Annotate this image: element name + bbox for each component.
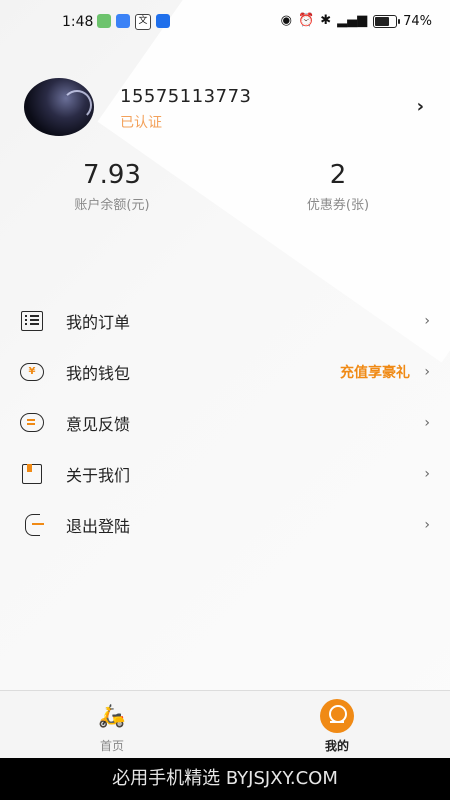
menu-item-label: 我的钱包 <box>66 363 131 383</box>
balance-label: 账户余额(元) <box>74 198 150 213</box>
tab-mine-label: 我的 <box>324 739 349 753</box>
menu-item-label: 我的订单 <box>66 312 131 332</box>
menu-item-label: 退出登陆 <box>66 516 131 536</box>
menu-item-label: 意见反馈 <box>66 414 131 434</box>
status-left-icons: 文 <box>97 14 170 30</box>
app-icon <box>156 14 170 28</box>
coupon-label: 优惠券(张) <box>306 198 370 213</box>
logout-icon <box>20 513 44 536</box>
watermark-bar: 必用手机精选 BYJSJXY.COM <box>0 758 450 800</box>
order-list-icon <box>20 310 44 332</box>
wallet-promo[interactable]: 充值享豪礼 <box>340 362 410 382</box>
scooter-icon: 🛵 <box>98 703 126 729</box>
signal-icon: ▂▄▆ <box>337 13 368 28</box>
eye-icon: ◉ <box>280 13 292 28</box>
menu-item-logout[interactable]: 退出登陆 › <box>0 499 450 550</box>
coupon-stat[interactable]: 2 优惠券(张) <box>258 160 418 213</box>
menu-item-label: 关于我们 <box>66 465 131 485</box>
balance-value: 7.93 <box>83 160 141 190</box>
user-phone: 15575113773 <box>120 86 252 107</box>
coupon-value: 2 <box>329 160 347 190</box>
wallet-icon: ¥ <box>20 361 44 383</box>
status-right: ◉ ⏰ ✱ ▂▄▆ 74% <box>281 13 432 29</box>
avatar[interactable] <box>24 78 94 136</box>
cloud-icon <box>116 14 130 28</box>
menu-list: 我的订单 › ¥ 我的钱包 充值享豪礼 › 意见反馈 › 关于我们 › 退出登陆… <box>0 295 450 550</box>
tab-mine[interactable]: 我的 <box>287 699 387 754</box>
menu-item-wallet[interactable]: ¥ 我的钱包 充值享豪礼 › <box>0 346 450 397</box>
account-stats: 7.93 账户余额(元) 2 优惠券(张) <box>0 160 450 220</box>
status-time: 1:48 <box>62 14 94 30</box>
status-bar: 1:48 文 ◉ ⏰ ✱ ▂▄▆ 74% <box>0 0 450 44</box>
chevron-right-icon: › <box>424 465 430 482</box>
alarm-icon: ⏰ <box>298 13 315 28</box>
wechat-icon <box>97 14 111 28</box>
about-icon <box>20 463 44 485</box>
menu-item-orders[interactable]: 我的订单 › <box>0 295 450 346</box>
tab-home[interactable]: 🛵 首页 <box>62 699 162 754</box>
battery-icon <box>373 14 401 28</box>
chevron-right-icon: › <box>424 414 430 431</box>
chevron-right-icon[interactable]: › <box>417 96 424 117</box>
profile-header[interactable]: 15575113773 已认证 › <box>24 78 434 138</box>
bluetooth-icon: ✱ <box>320 13 332 28</box>
bottom-tab-bar: 🛵 首页 我的 <box>0 690 450 758</box>
chevron-right-icon: › <box>424 516 430 533</box>
balance-stat[interactable]: 7.93 账户余额(元) <box>32 160 192 213</box>
chevron-right-icon: › <box>424 312 430 329</box>
mine-icon <box>320 699 354 733</box>
translate-icon: 文 <box>135 14 151 30</box>
menu-item-feedback[interactable]: 意见反馈 › <box>0 397 450 448</box>
app-screen: 1:48 文 ◉ ⏰ ✱ ▂▄▆ 74% 15575113773 已认证 › 7… <box>0 0 450 758</box>
menu-item-about[interactable]: 关于我们 › <box>0 448 450 499</box>
tab-home-label: 首页 <box>99 739 124 753</box>
feedback-icon <box>20 412 44 434</box>
battery-percent: 74% <box>403 13 432 29</box>
verified-badge: 已认证 <box>120 115 162 131</box>
chevron-right-icon: › <box>424 363 430 380</box>
